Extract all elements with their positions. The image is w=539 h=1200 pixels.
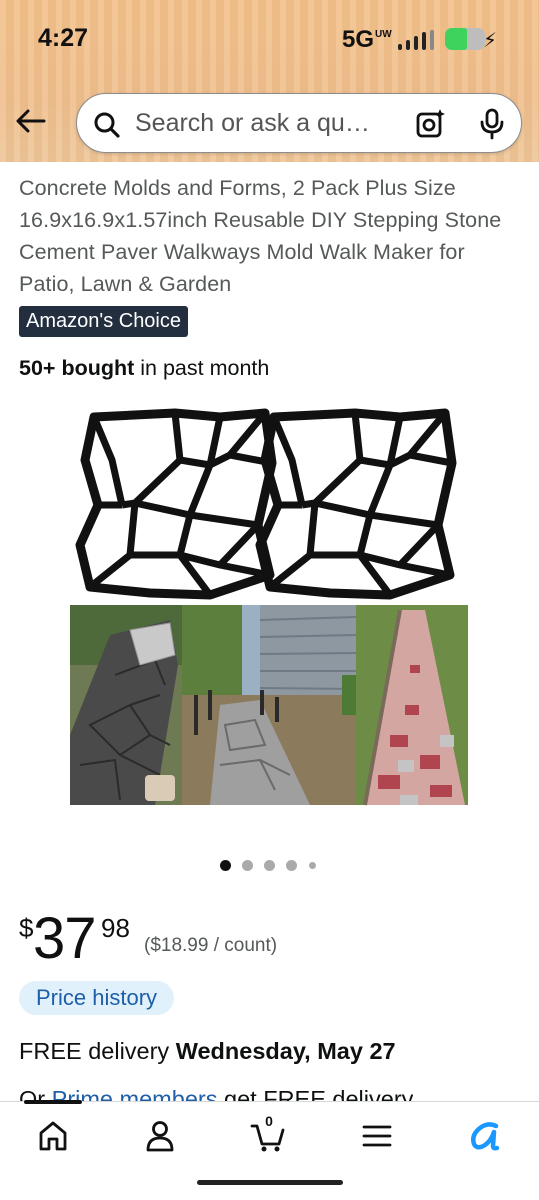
bought-count: 50+ bought: [19, 356, 135, 380]
path-photo-1: [70, 605, 182, 805]
search-header: Search or ask a qu…: [0, 90, 539, 156]
unit-price: ($18.99 / count): [144, 935, 278, 956]
delivery-date: Wednesday, May 27: [175, 1038, 396, 1064]
delivery-info: FREE delivery Wednesday, May 27: [19, 1038, 396, 1065]
price-symbol: $: [19, 913, 34, 943]
status-bar: 4:27 5GUW ⚡: [0, 0, 539, 80]
image-pagination[interactable]: [220, 860, 320, 874]
pagination-dot-3[interactable]: [264, 860, 275, 871]
prime-suffix: get FREE delivery: [217, 1086, 414, 1102]
rufus-icon[interactable]: [466, 1118, 502, 1154]
active-tab-indicator: [24, 1100, 82, 1104]
bought-in-past-month: 50+ bought in past month: [19, 356, 269, 381]
home-indicator: [197, 1180, 343, 1185]
bought-suffix: in past month: [134, 356, 270, 380]
price-whole: 37: [33, 906, 97, 971]
amazons-choice-badge: Amazon's Choice: [19, 306, 188, 337]
search-input[interactable]: Search or ask a qu…: [135, 109, 370, 138]
path-photo-3: [356, 605, 468, 806]
microphone-icon[interactable]: [477, 108, 507, 140]
back-arrow-icon[interactable]: [14, 104, 48, 138]
signal-icon: [398, 30, 438, 50]
cart-count: 0: [265, 1113, 273, 1129]
home-icon[interactable]: [35, 1118, 71, 1154]
price-history-button[interactable]: Price history: [19, 981, 175, 1015]
price-fraction: 98: [101, 913, 130, 943]
product-title[interactable]: Concrete Molds and Forms, 2 Pack Plus Si…: [19, 172, 519, 300]
network-indicator: 5GUW: [342, 26, 392, 54]
network-sup: UW: [375, 29, 392, 40]
product-image[interactable]: [60, 405, 480, 810]
pagination-dot-2[interactable]: [242, 860, 253, 871]
mold-left-image: [75, 408, 277, 600]
pagination-dot-4[interactable]: [286, 860, 297, 871]
status-time: 4:27: [38, 24, 89, 52]
account-icon[interactable]: [142, 1118, 178, 1154]
pagination-dot-5[interactable]: [309, 862, 316, 869]
search-bar[interactable]: Search or ask a qu…: [76, 93, 522, 153]
bottom-navigation: 0: [0, 1100, 539, 1200]
delivery-prefix: FREE delivery: [19, 1038, 176, 1064]
battery-icon: ⚡: [445, 28, 497, 52]
mold-right-image: [255, 408, 457, 600]
menu-icon[interactable]: [359, 1118, 395, 1154]
camera-lens-icon[interactable]: [415, 108, 447, 140]
search-icon: [94, 112, 120, 138]
network-label: 5G: [342, 26, 375, 53]
pagination-dot-1[interactable]: [220, 860, 231, 871]
path-photo-2: [182, 605, 357, 805]
